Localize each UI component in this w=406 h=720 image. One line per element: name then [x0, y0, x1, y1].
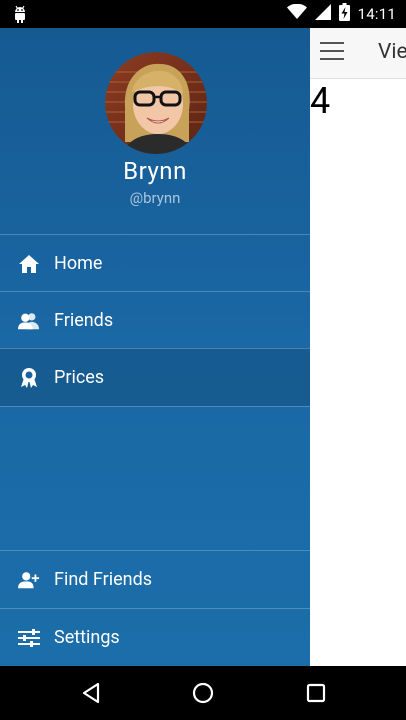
menu-item-label: Home — [54, 253, 103, 274]
menu-item-find-friends[interactable]: Find Friends — [0, 550, 310, 608]
counter-text: 4 — [310, 80, 331, 122]
home-circle-icon[interactable] — [190, 680, 216, 706]
friends-icon — [18, 310, 40, 332]
profile-header: Brynn @brynn — [0, 28, 310, 234]
toolbar-title: Vie — [378, 40, 406, 64]
menu-item-settings[interactable]: Settings — [0, 608, 310, 666]
menu-item-home[interactable]: Home — [0, 234, 310, 292]
clock: 14:11 — [357, 5, 396, 23]
profile-handle: @brynn — [129, 189, 181, 207]
menu-icon[interactable] — [320, 42, 344, 62]
recents-icon[interactable] — [303, 680, 329, 706]
home-icon — [18, 253, 40, 275]
menu-item-label: Friends — [54, 310, 114, 331]
menu-item-friends[interactable]: Friends — [0, 291, 310, 349]
system-nav-bar — [0, 666, 406, 720]
android-icon — [12, 5, 28, 27]
menu-item-label: Settings — [54, 627, 120, 648]
menu-divider — [0, 406, 310, 407]
battery-charging-icon — [338, 3, 350, 25]
menu-item-prices[interactable]: Prices — [0, 348, 310, 406]
settings-sliders-icon — [18, 627, 40, 649]
profile-name: Brynn — [123, 157, 187, 185]
back-icon[interactable] — [78, 680, 104, 706]
navigation-drawer: Brynn @brynn Home Friends Prices Find Fr… — [0, 28, 310, 666]
avatar[interactable] — [105, 52, 207, 154]
wifi-icon — [286, 3, 307, 24]
award-icon — [18, 367, 40, 389]
menu-item-label: Find Friends — [54, 569, 153, 590]
status-bar: 14:11 — [0, 0, 406, 28]
app-toolbar: Vie — [310, 28, 406, 79]
menu-item-label: Prices — [54, 367, 105, 388]
signal-icon — [314, 4, 331, 24]
add-person-icon — [18, 569, 40, 591]
